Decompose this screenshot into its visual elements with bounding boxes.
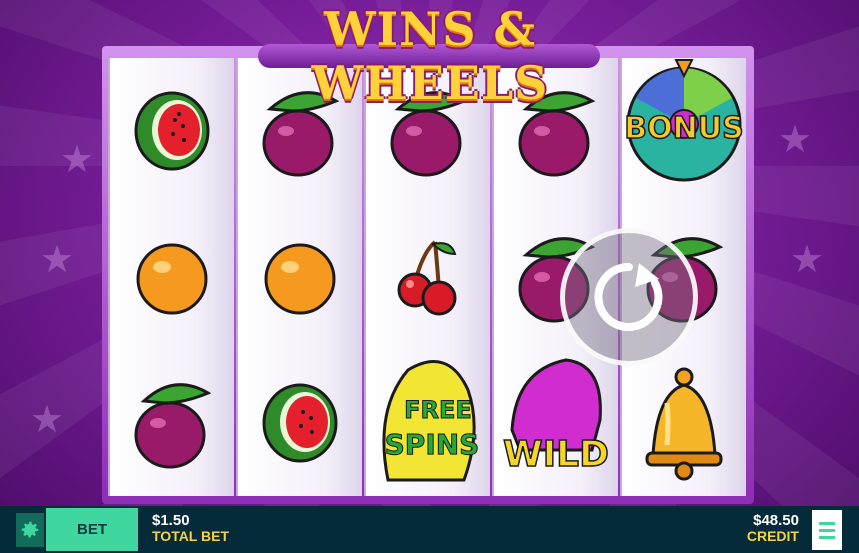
total-bet-label: TOTAL BET <box>152 527 229 544</box>
free-spins-text-1: FREE <box>404 396 472 424</box>
free-spins-text-2: SPINS <box>385 428 480 461</box>
credit-label: CREDIT <box>746 527 799 544</box>
watermelon-symbol <box>238 350 362 496</box>
star-decoration: ★ <box>30 397 65 441</box>
total-bet-display: $1.50 TOTAL BET <box>152 513 229 543</box>
hamburger-icon <box>819 521 835 525</box>
credit-display: $48.50 CREDIT <box>747 513 799 543</box>
bottom-bar: BET $1.50 TOTAL BET $48.50 CREDIT <box>0 506 859 553</box>
star-decoration: ★ <box>60 137 95 181</box>
plum-symbol <box>110 350 234 496</box>
reel-2 <box>236 58 362 496</box>
credit-value: $48.50 <box>753 512 799 529</box>
reel-1 <box>108 58 234 496</box>
cherries-symbol <box>366 204 490 350</box>
hamburger-icon <box>819 535 835 539</box>
free-spins-symbol: FREE SPINS <box>366 350 490 496</box>
menu-button[interactable] <box>812 510 842 550</box>
orange-symbol <box>110 204 234 350</box>
star-decoration: ★ <box>40 237 75 281</box>
spin-icon <box>594 262 663 331</box>
watermelon-symbol <box>110 58 234 204</box>
bell-symbol <box>622 350 746 496</box>
star-decoration: ★ <box>778 117 813 161</box>
total-bet-value: $1.50 <box>152 512 190 529</box>
orange-symbol <box>238 204 362 350</box>
spin-button[interactable] <box>560 228 698 366</box>
star-decoration: ★ <box>790 237 825 281</box>
game-logo: WINS & WHEELS <box>311 2 549 110</box>
settings-button[interactable] <box>16 513 44 547</box>
bet-button[interactable]: BET <box>46 508 138 551</box>
gear-icon <box>21 521 39 538</box>
bonus-wheel-symbol: BONUS <box>622 58 746 204</box>
wild-text: WILD <box>503 434 609 475</box>
bonus-text: BONUS <box>624 111 743 146</box>
reel-3: FREE SPINS <box>364 58 490 496</box>
wild-symbol: WILD <box>494 350 618 496</box>
hamburger-icon <box>819 528 835 532</box>
